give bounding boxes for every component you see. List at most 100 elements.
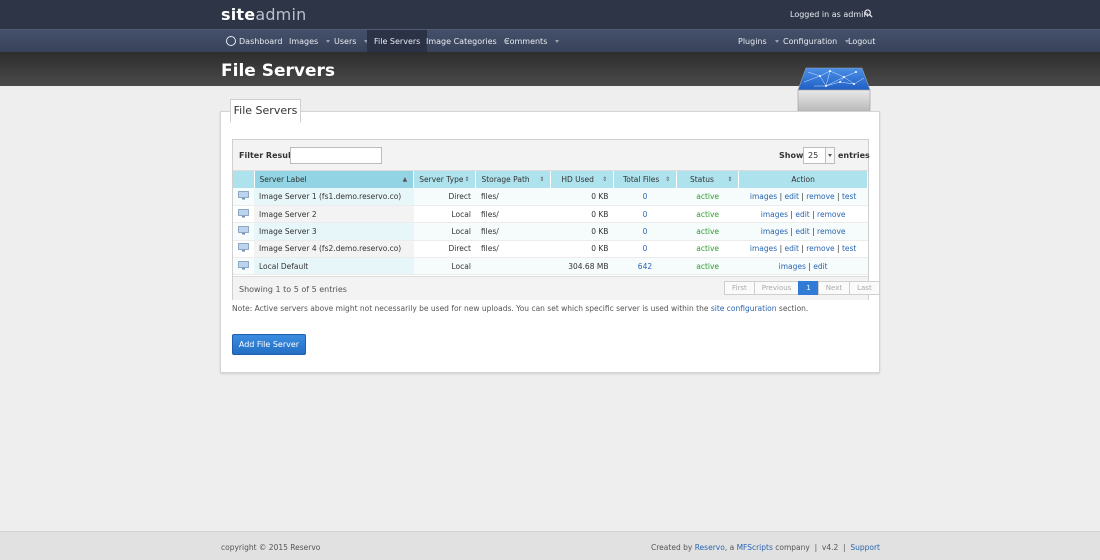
total-files-link[interactable]: 0 [643, 227, 648, 236]
storage-path-cell: files/ [475, 188, 551, 206]
filter-results-input[interactable] [290, 147, 382, 164]
nav-users-label: Users [334, 37, 357, 46]
test-link[interactable]: test [842, 192, 856, 201]
table-row: Image Server 1 (fs1.demo.reservo.co) Dir… [233, 188, 868, 206]
nav-comments-label: Comments [504, 37, 548, 46]
sort-icon: ⇕ [539, 176, 545, 183]
status-cell: active [676, 205, 739, 224]
nav-users[interactable]: Users [334, 30, 369, 53]
total-files-link[interactable]: 0 [643, 192, 648, 201]
images-link[interactable]: images [750, 244, 777, 253]
showing-entries-info: Showing 1 to 5 of 5 entries [239, 285, 347, 294]
col-status-text: Status [689, 175, 714, 184]
col-storage-path[interactable]: Storage Path ⇕ [475, 171, 552, 188]
page-footer: copyright © 2015 Reservo Created by Rese… [0, 531, 1100, 560]
action-cell: images | edit | remove | test [738, 240, 868, 259]
edit-link[interactable]: edit [813, 262, 827, 271]
col-server-label-text: Server Label [259, 175, 307, 184]
show-label: Show [779, 151, 804, 160]
sort-asc-icon: ▲ [402, 176, 408, 183]
remove-link[interactable]: remove [817, 210, 845, 219]
sort-icon: ⇕ [464, 176, 470, 183]
nav-logout[interactable]: Logout [848, 30, 875, 53]
pager-page-1[interactable]: 1 [798, 281, 819, 295]
nav-comments[interactable]: Comments [504, 30, 560, 53]
copyright-text: copyright © 2015 Reservo [221, 543, 321, 552]
action-cell: images | edit | remove [738, 205, 868, 224]
nav-plugins[interactable]: Plugins [738, 30, 779, 53]
pager-first[interactable]: First [724, 281, 755, 295]
col-hd-used[interactable]: HD Used ⇕ [550, 171, 614, 188]
nav-dashboard[interactable]: Dashboard [226, 30, 282, 53]
status-cell: active [676, 257, 739, 276]
edit-link[interactable]: edit [784, 244, 798, 253]
col-action: Action [738, 171, 868, 188]
chevron-down-icon [825, 148, 834, 163]
entries-label: entries [838, 151, 870, 160]
images-link[interactable]: images [761, 210, 788, 219]
total-files-link[interactable]: 0 [643, 210, 648, 219]
col-total-files[interactable]: Total Files ⇕ [613, 171, 677, 188]
col-total-files-text: Total Files [622, 175, 660, 184]
filter-bar: Filter Results: Show 25 entries [233, 140, 870, 171]
total-files-cell: 0 [613, 188, 677, 206]
row-icon-cell [233, 205, 254, 224]
server-label-cell: Image Server 2 [254, 205, 414, 224]
add-file-server-button[interactable]: Add File Server [232, 334, 306, 355]
server-type-cell: Local [413, 222, 476, 241]
action-cell: images | edit | remove | test [738, 188, 868, 206]
chevron-down-icon [774, 40, 779, 43]
logged-in-label: Logged in as admin [790, 10, 869, 19]
table-row: Image Server 2 Local files/ 0 KB 0 activ… [233, 205, 868, 224]
row-icon-cell [233, 222, 254, 241]
col-status[interactable]: Status ⇕ [676, 171, 740, 188]
total-files-link[interactable]: 642 [638, 262, 652, 271]
total-files-link[interactable]: 0 [643, 244, 648, 253]
panel-tab-file-servers[interactable]: File Servers [230, 99, 301, 123]
nav-images[interactable]: Images [289, 30, 331, 53]
col-server-type[interactable]: Server Type ⇕ [413, 171, 477, 188]
hd-used-cell: 0 KB [550, 222, 614, 241]
nav-dashboard-label: Dashboard [239, 37, 283, 46]
file-servers-table: Server Label ▲ Server Type ⇕ Storage Path ⇕… [233, 171, 868, 276]
pager-previous[interactable]: Previous [753, 281, 800, 295]
status-cell: active [676, 240, 739, 259]
entries-per-page-select[interactable]: 25 [803, 147, 835, 164]
search-icon[interactable] [864, 9, 873, 18]
site-logo[interactable]: siteadmin [221, 5, 306, 24]
edit-link[interactable]: edit [784, 192, 798, 201]
computer-icon [238, 191, 249, 200]
col-server-label[interactable]: Server Label ▲ [254, 171, 415, 188]
created-by-text: Created by [651, 543, 695, 552]
images-link[interactable]: images [779, 262, 806, 271]
page-title: File Servers [221, 61, 335, 81]
hd-used-cell: 0 KB [550, 240, 614, 259]
nav-image-categories[interactable]: Image Categories [426, 30, 509, 53]
nav-configuration[interactable]: Configuration [783, 30, 850, 53]
reservo-link[interactable]: Reservo [695, 543, 725, 552]
nav-file-servers[interactable]: File Servers [367, 30, 428, 53]
edit-link[interactable]: edit [795, 210, 809, 219]
logo-admin: admin [255, 5, 307, 24]
images-link[interactable]: images [750, 192, 777, 201]
test-link[interactable]: test [842, 244, 856, 253]
total-files-cell: 0 [613, 222, 677, 241]
remove-link[interactable]: remove [806, 244, 834, 253]
title-band: File Servers [0, 52, 1100, 86]
support-link[interactable]: Support [850, 543, 880, 552]
sort-icon: ⇕ [601, 176, 607, 183]
dashboard-icon [226, 35, 236, 46]
edit-link[interactable]: edit [795, 227, 809, 236]
pager-last[interactable]: Last [849, 281, 880, 295]
site-configuration-link[interactable]: site configuration [711, 304, 777, 313]
company-version-text: company | v4.2 | [772, 543, 851, 552]
hd-used-cell: 0 KB [550, 205, 614, 224]
pager-next[interactable]: Next [817, 281, 851, 295]
nav-images-label: Images [289, 37, 319, 46]
remove-link[interactable]: remove [817, 227, 845, 236]
computer-icon [238, 226, 249, 235]
action-cell: images | edit [738, 257, 868, 276]
mfscripts-link[interactable]: MFScripts [737, 543, 773, 552]
remove-link[interactable]: remove [806, 192, 834, 201]
images-link[interactable]: images [761, 227, 788, 236]
